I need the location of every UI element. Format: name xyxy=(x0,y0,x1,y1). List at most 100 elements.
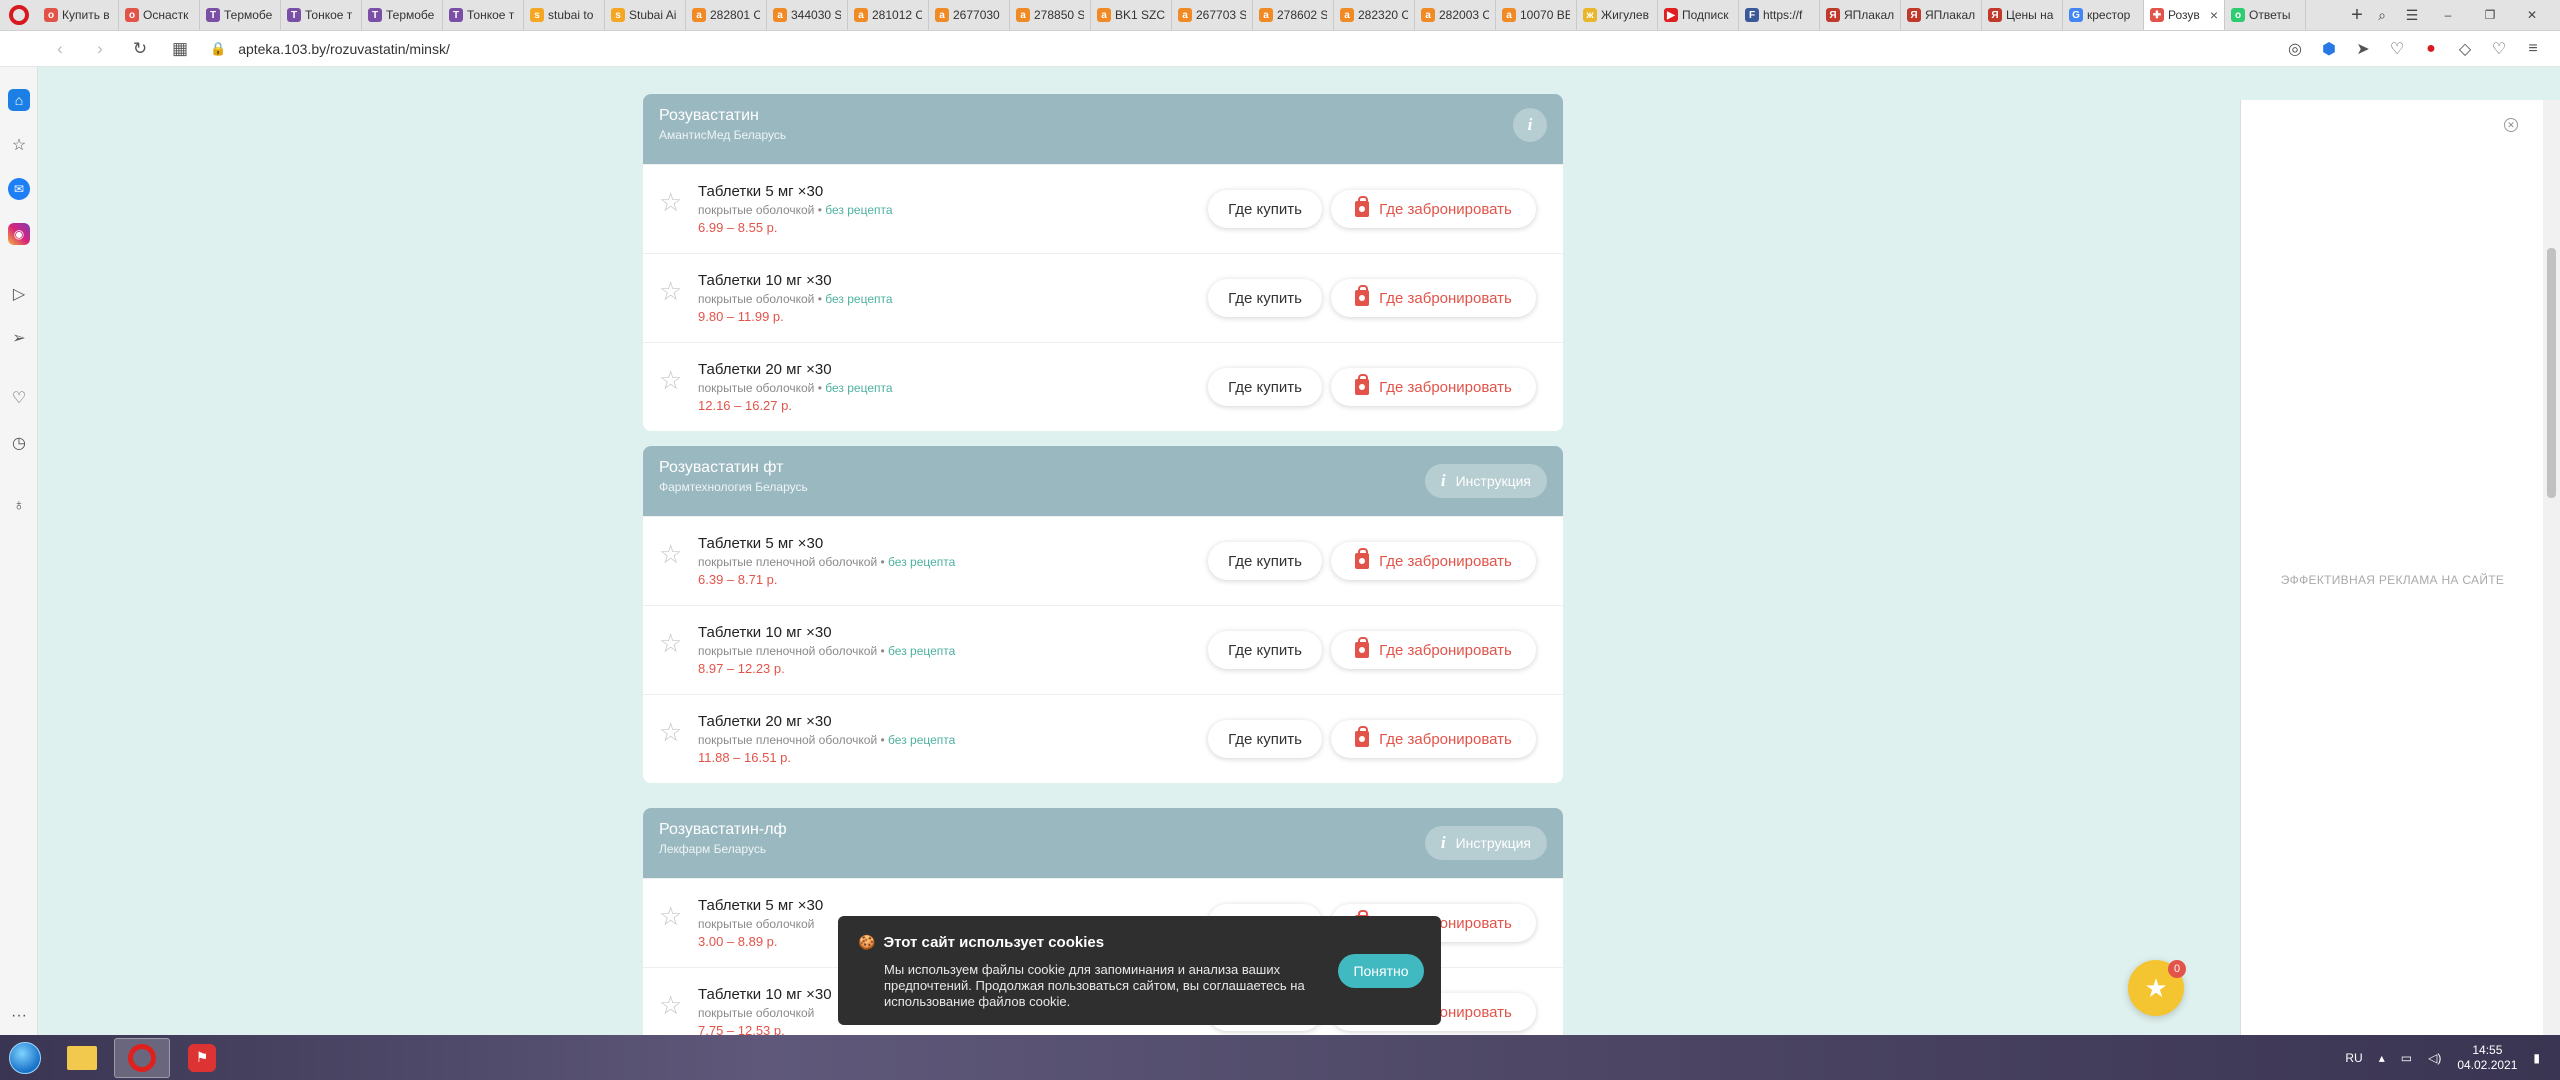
where-to-buy-button[interactable]: Где купить xyxy=(1208,279,1322,317)
menu-icon[interactable]: ≡ xyxy=(2524,40,2542,58)
browser-tab[interactable]: a 282320 C xyxy=(1334,0,1415,30)
taskbar-game[interactable]: ⚑ xyxy=(174,1038,230,1078)
tips-icon[interactable]: ♁ xyxy=(8,495,30,517)
send-icon[interactable]: ➤ xyxy=(2354,39,2372,59)
player-icon[interactable]: ▷ xyxy=(8,283,30,305)
where-to-book-button[interactable]: Где забронировать xyxy=(1331,190,1536,228)
product-name[interactable]: Таблетки 5 мг ×30 xyxy=(698,535,955,552)
show-desktop-button[interactable]: ▮ xyxy=(2533,1051,2540,1065)
new-tab-button[interactable]: + xyxy=(2340,0,2374,30)
browser-tab[interactable]: ▶ Подписк xyxy=(1658,0,1739,30)
where-to-book-button[interactable]: Где забронировать xyxy=(1331,368,1536,406)
maximize-button[interactable]: ❐ xyxy=(2476,6,2504,24)
network-icon[interactable]: ▭ xyxy=(2401,1051,2412,1065)
browser-tab[interactable]: Gкрестор xyxy=(2063,0,2144,30)
close-icon[interactable]: ✕ xyxy=(2504,118,2518,132)
favorite-star-icon[interactable]: ☆ xyxy=(659,719,682,745)
browser-tab[interactable]: Я ЯПлакал xyxy=(1820,0,1901,30)
product-name[interactable]: Таблетки 10 мг ×30 xyxy=(698,272,893,289)
send-icon[interactable]: ➢ xyxy=(8,327,30,349)
product-name[interactable]: Таблетки 20 мг ×30 xyxy=(698,713,955,730)
cookie-accept-button[interactable]: Понятно xyxy=(1338,954,1424,988)
favorite-star-icon[interactable]: ☆ xyxy=(659,903,682,929)
speed-dial-icon[interactable]: ☆ xyxy=(8,134,30,156)
start-button[interactable] xyxy=(0,1035,50,1080)
browser-tab[interactable]: a 278602 S xyxy=(1253,0,1334,30)
tab-close-icon[interactable]: × xyxy=(2210,7,2218,23)
browser-tab[interactable]: T Термобе xyxy=(200,0,281,30)
home-icon[interactable]: ⌂ xyxy=(8,89,30,111)
where-to-buy-button[interactable]: Где купить xyxy=(1208,542,1322,580)
browser-tab[interactable]: a 2677030 xyxy=(929,0,1010,30)
product-name[interactable]: Таблетки 5 мг ×30 xyxy=(698,897,823,914)
browser-tab[interactable]: a 344030 S xyxy=(767,0,848,30)
favorite-star-icon[interactable]: ☆ xyxy=(659,367,682,393)
product-name[interactable]: Таблетки 10 мг ×30 xyxy=(698,986,832,1003)
browser-tab[interactable]: Я ЯПлакал xyxy=(1901,0,1982,30)
tabs-grid-icon[interactable]: ▦ xyxy=(170,39,190,59)
scrollbar[interactable] xyxy=(2543,100,2560,1035)
messenger-icon[interactable]: ✉ xyxy=(8,178,30,200)
product-name[interactable]: Таблетки 20 мг ×30 xyxy=(698,361,893,378)
instructions-button[interactable]: i Инструкция xyxy=(1424,826,1547,860)
info-icon[interactable]: i xyxy=(1513,108,1547,142)
browser-tab[interactable]: s Stubai Ai xyxy=(605,0,686,30)
instructions-button[interactable]: i Инструкция xyxy=(1424,464,1547,498)
browser-tab[interactable]: ✚ Розув × xyxy=(2144,0,2225,30)
taskbar-explorer[interactable] xyxy=(54,1038,110,1078)
camera-icon[interactable]: ◎ xyxy=(2286,39,2304,59)
scrollbar-thumb[interactable] xyxy=(2547,248,2556,498)
browser-tab[interactable]: o Оснастк xyxy=(119,0,200,30)
instagram-icon[interactable]: ◉ xyxy=(8,223,30,245)
history-icon[interactable]: ◷ xyxy=(8,432,30,454)
adblock-icon[interactable]: ● xyxy=(2422,40,2440,58)
where-to-book-button[interactable]: Где забронировать xyxy=(1331,720,1536,758)
heart-icon[interactable]: ♡ xyxy=(2388,39,2406,59)
favorite-star-icon[interactable]: ☆ xyxy=(659,992,682,1018)
where-to-buy-button[interactable]: Где купить xyxy=(1208,368,1322,406)
where-to-buy-button[interactable]: Где купить xyxy=(1208,631,1322,669)
browser-tab[interactable]: a 282003 C xyxy=(1415,0,1496,30)
search-tabs-icon[interactable]: ⌕ xyxy=(2374,7,2390,23)
easy-setup-icon[interactable]: ☰ xyxy=(2404,7,2420,23)
favorite-star-icon[interactable]: ☆ xyxy=(659,278,682,304)
drug-name[interactable]: Розувастатин xyxy=(659,107,1547,125)
more-icon[interactable]: ··· xyxy=(8,1007,30,1025)
where-to-buy-button[interactable]: Где купить xyxy=(1208,190,1322,228)
where-to-book-button[interactable]: Где забронировать xyxy=(1331,542,1536,580)
browser-tab[interactable]: T Тонкое т xyxy=(443,0,524,30)
shield-icon[interactable]: ⬢ xyxy=(2320,39,2338,59)
favorite-star-icon[interactable]: ☆ xyxy=(659,189,682,215)
opera-menu-icon[interactable] xyxy=(0,0,38,30)
browser-tab[interactable]: s stubai to xyxy=(524,0,605,30)
browser-tab[interactable]: о Ответы xyxy=(2225,0,2306,30)
tray-expand-icon[interactable]: ▴ xyxy=(2379,1051,2385,1065)
favorite-star-icon[interactable]: ☆ xyxy=(659,541,682,567)
where-to-book-button[interactable]: Где забронировать xyxy=(1331,631,1536,669)
forward-icon[interactable]: › xyxy=(90,39,110,59)
browser-tab[interactable]: a BK1 SZC xyxy=(1091,0,1172,30)
favorites-icon[interactable]: ♡ xyxy=(8,387,30,409)
where-to-book-button[interactable]: Где забронировать xyxy=(1331,279,1536,317)
browser-tab[interactable]: Fhttps://f xyxy=(1739,0,1820,30)
close-window-button[interactable]: ✕ xyxy=(2518,6,2546,24)
browser-tab[interactable]: a 278850 S xyxy=(1010,0,1091,30)
clock[interactable]: 14:55 04.02.2021 xyxy=(2457,1043,2517,1073)
bookmark-heart-icon[interactable]: ♡ xyxy=(2490,39,2508,59)
volume-icon[interactable]: ◁) xyxy=(2428,1051,2441,1065)
browser-tab[interactable]: T Термобе xyxy=(362,0,443,30)
reload-icon[interactable]: ↻ xyxy=(130,39,150,59)
where-to-buy-button[interactable]: Где купить xyxy=(1208,720,1322,758)
product-name[interactable]: Таблетки 5 мг ×30 xyxy=(698,183,893,200)
browser-tab[interactable]: a 281012 C xyxy=(848,0,929,30)
drug-name[interactable]: Розувастатин-лф xyxy=(659,821,1547,839)
browser-tab[interactable]: o Купить в xyxy=(38,0,119,30)
back-icon[interactable]: ‹ xyxy=(50,39,70,59)
language-indicator[interactable]: RU xyxy=(2345,1051,2362,1065)
taskbar-opera[interactable] xyxy=(114,1037,170,1078)
browser-tab[interactable]: Я Цены на xyxy=(1982,0,2063,30)
browser-tab[interactable]: a 267703 S xyxy=(1172,0,1253,30)
favorite-star-icon[interactable]: ☆ xyxy=(659,630,682,656)
extension-cube-icon[interactable]: ◇ xyxy=(2456,39,2474,59)
browser-tab[interactable]: a 282801 C xyxy=(686,0,767,30)
